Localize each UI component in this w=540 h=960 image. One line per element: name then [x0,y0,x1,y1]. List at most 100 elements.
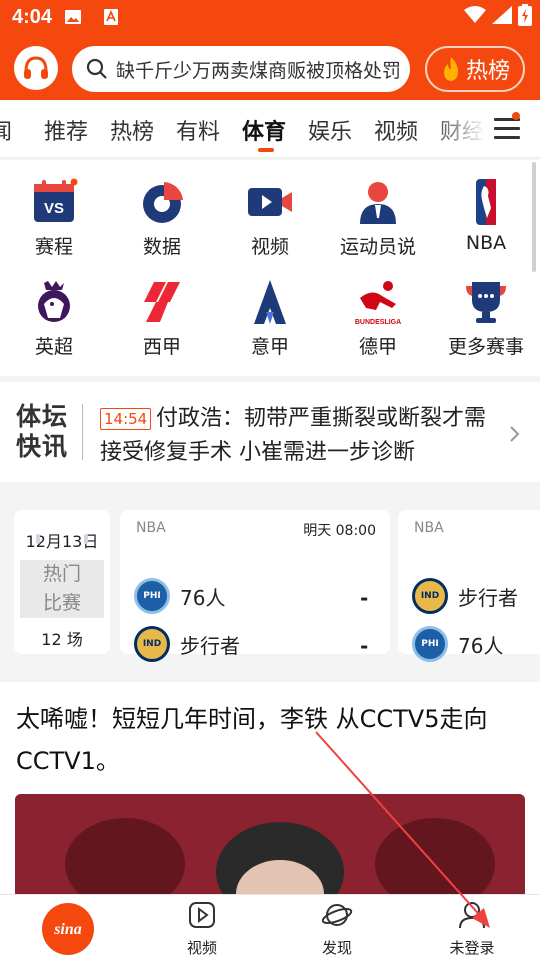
menu-notification-dot [512,112,520,120]
flash-headline[interactable]: 付政浩：韧带严重撕裂或断裂才需接受修复手术 小崔需进一步诊断 [100,402,500,470]
hot-matches-line: 热门 [42,563,81,585]
match-league: NBA [414,520,444,536]
hot-list-button[interactable]: 热榜 [425,46,525,92]
nav-profile[interactable]: 未登录 [432,901,512,958]
match-time: 明天 08:00 [303,523,376,539]
article-image[interactable] [15,794,525,894]
calendar-pin [36,534,40,544]
user-icon [459,902,485,929]
grid-scrollbar[interactable] [532,162,536,272]
match-date-card[interactable]: 12月13日 热门 比赛 12 场 [14,510,110,654]
shortcut-more-events[interactable]: 更多赛事 [432,260,540,360]
shortcut-label: 英超 [34,336,73,358]
serie-a-icon [246,278,294,326]
flash-divider [82,404,88,460]
tab-news[interactable]: 闻 [0,114,12,146]
video-camera-icon [246,178,294,226]
team-badge-76ers: PHI [412,626,448,662]
sports-flash-news[interactable]: 体坛 快讯 付政浩：韧带严重撕裂或断裂才需接受修复手术 小崔需进一步诊断 14:… [0,382,540,482]
headphone-logo-button[interactable] [14,46,58,90]
match-team-row: PHI 76人 [412,626,503,662]
team-score: - [360,586,369,610]
laliga-icon [138,278,186,326]
bundesliga-wordmark: BUNDESLIGA [355,319,401,326]
nav-label: 视频 [186,939,217,957]
schedule-vs-icon: VS [30,178,78,226]
chevron-right-icon[interactable] [508,424,522,444]
nav-label: 发现 [321,939,352,957]
shortcut-premier-league[interactable]: 英超 [0,260,108,360]
team-name: 步行者 [458,585,518,610]
shortcut-label: 德甲 [358,336,397,358]
article-title[interactable]: 太唏嘘！短短几年时间，李铁 从CCTV5走向CCTV1。 [16,698,526,782]
bottom-navigation: sina 视频 发现 未登录 [0,894,540,960]
team-score: - [360,634,369,658]
match-team-row: PHI 76人 - [134,578,368,614]
tab-video[interactable]: 视频 [374,114,418,146]
shortcut-laliga[interactable]: 西甲 [108,260,216,360]
wifi-icon [464,6,486,23]
shortcut-label: 数据 [142,236,181,258]
match-league: NBA [136,520,166,536]
tab-youliao[interactable]: 有料 [176,114,220,146]
bundesliga-icon: BUNDESLIGA [354,278,402,326]
more-events-icon [462,278,510,326]
nav-label: 未登录 [449,939,495,957]
tab-fade-overlay [430,100,486,157]
shortcut-label: 赛程 [34,236,73,258]
tab-entertainment[interactable]: 娱乐 [308,114,352,146]
top-header-bar: 4:04 缺千斤少万两卖煤商贩被顶格处罚 热榜 [0,0,540,100]
match-date: 12月13日 [25,532,99,551]
search-icon [86,58,107,79]
flash-brand-line: 体坛 [16,402,69,431]
match-count: 12 场 [41,630,83,649]
nba-logo-icon [462,178,510,226]
flash-brand: 体坛 快讯 [16,402,68,462]
match-card[interactable]: NBA IND 步行者 PHI 76人 [398,510,540,662]
sina-logo-icon: sina [42,903,94,955]
shortcut-label: 更多赛事 [447,336,524,358]
battery-icon [518,4,532,26]
shortcut-label: 运动员说 [339,236,416,258]
shortcut-nba[interactable]: NBA [432,160,540,260]
svg-text:VS: VS [44,200,64,217]
match-carousel[interactable]: 12月13日 热门 比赛 12 场 NBA 明天 08:00 PHI 76人 -… [0,488,540,676]
signal-icon [492,6,512,24]
shortcut-label: 西甲 [142,336,181,358]
tab-recommend[interactable]: 推荐 [44,114,88,146]
hot-matches-box: 热门 比赛 [20,560,104,618]
shortcut-bundesliga[interactable]: BUNDESLIGA 德甲 [324,260,432,360]
flash-brand-line: 快讯 [16,432,69,461]
premier-league-icon [30,278,78,326]
match-team-row: IND 步行者 [412,578,518,614]
tab-hotlist[interactable]: 热榜 [110,114,154,146]
shortcut-serie-a[interactable]: 意甲 [216,260,324,360]
match-team-row: IND 步行者 - [134,626,368,662]
status-bar: 4:04 [0,0,540,36]
team-name: 76人 [458,633,504,658]
nav-discover[interactable]: 发现 [297,901,377,958]
shortcut-label: 视频 [250,236,289,258]
search-box[interactable]: 缺千斤少万两卖煤商贩被顶格处罚 [72,46,410,92]
nav-home[interactable]: sina [28,903,108,959]
shortcut-data[interactable]: 数据 [108,160,216,260]
play-icon [189,902,215,928]
search-hint-text: 缺千斤少万两卖煤商贩被顶格处罚 [116,59,402,82]
team-name: 步行者 [180,633,240,658]
athlete-icon [354,178,402,226]
status-time: 4:04 [12,6,53,28]
news-article-card[interactable]: 太唏嘘！短短几年时间，李铁 从CCTV5走向CCTV1。 [0,682,540,894]
match-card[interactable]: NBA 明天 08:00 PHI 76人 - IND 步行者 - [120,510,390,662]
planet-icon [321,904,353,926]
team-badge-pacers: IND [134,626,170,662]
nav-video[interactable]: 视频 [162,901,242,958]
active-tab-indicator [258,148,274,152]
channel-tabs: 闻 推荐 热榜 有料 体育 娱乐 视频 财经 [0,100,540,158]
shortcut-athlete[interactable]: 运动员说 [324,160,432,260]
sports-shortcut-grid: VS 赛程 数据 视频 运动员说 NBA 英超 西甲 意甲 BUNDESLIGA… [0,160,540,376]
hot-list-label: 热榜 [465,59,510,84]
tab-sports[interactable]: 体育 [242,114,286,146]
shortcut-video[interactable]: 视频 [216,160,324,260]
channel-menu-icon[interactable] [494,118,520,140]
shortcut-schedule[interactable]: VS 赛程 [0,160,108,260]
